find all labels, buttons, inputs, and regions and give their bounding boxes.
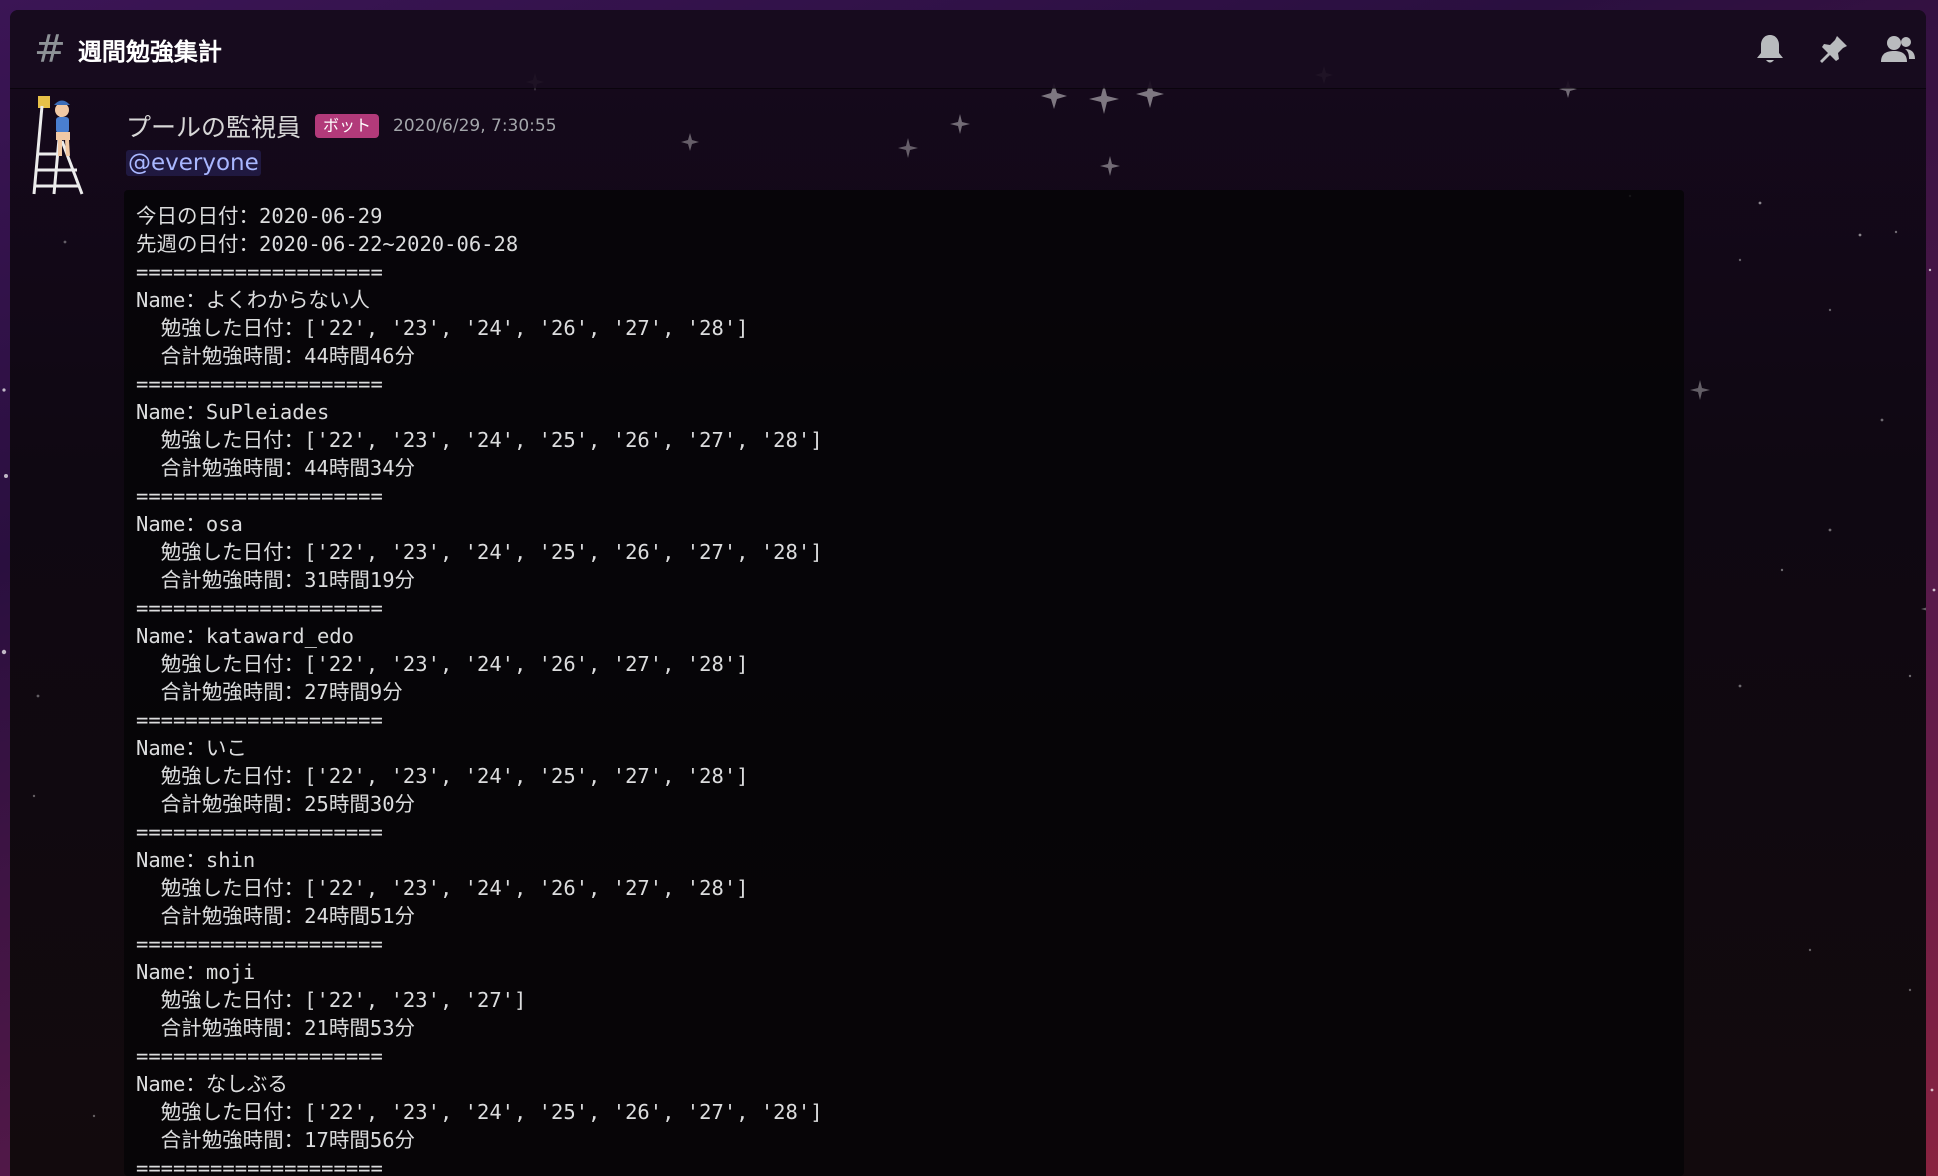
app-window: # 週間勉強集計 プールの監視員 ボット 2020/6/29, 7:30:55 …	[10, 10, 1926, 1176]
code-line: 勉強した日付：['22', '23', '24', '25', '27', '2…	[136, 764, 749, 788]
code-line: 合計勉強時間：44時間34分	[136, 456, 416, 480]
channel-header: # 週間勉強集計	[10, 10, 1926, 88]
code-line: ====================	[136, 260, 383, 284]
code-line: 勉強した日付：['22', '23', '24', '26', '27', '2…	[136, 316, 749, 340]
code-line: Name：moji	[136, 960, 256, 984]
code-line: 合計勉強時間：17時間56分	[136, 1128, 416, 1152]
username[interactable]: プールの監視員	[126, 108, 301, 144]
code-line: 合計勉強時間：24時間51分	[136, 904, 416, 928]
bell-icon[interactable]	[1752, 31, 1788, 67]
code-line: 合計勉強時間：25時間30分	[136, 792, 416, 816]
code-line: Name：よくわからない人	[136, 288, 370, 312]
message-header: プールの監視員 ボット 2020/6/29, 7:30:55	[126, 108, 557, 144]
code-line: 勉強した日付：['22', '23', '24', '26', '27', '2…	[136, 876, 749, 900]
code-line: 今日の日付：2020-06-29	[136, 204, 383, 228]
bot-badge: ボット	[315, 114, 380, 138]
code-line: ====================	[136, 1156, 383, 1176]
code-line: 合計勉強時間：27時間9分	[136, 680, 403, 704]
code-line: ====================	[136, 372, 383, 396]
pin-icon[interactable]	[1816, 31, 1852, 67]
channel-hash-icon: #	[34, 27, 66, 71]
code-line: ====================	[136, 820, 383, 844]
code-line: 勉強した日付：['22', '23', '24', '25', '26', '2…	[136, 428, 823, 452]
code-line: Name：osa	[136, 512, 243, 536]
code-line: ====================	[136, 596, 383, 620]
code-line: 合計勉強時間：44時間46分	[136, 344, 416, 368]
code-line: Name：SuPleiades	[136, 400, 330, 424]
code-lines: 今日の日付：2020-06-29 先週の日付：2020-06-22~2020-06…	[124, 190, 1684, 1176]
channel-name: 週間勉強集計	[77, 37, 222, 66]
lifeguard-avatar-icon[interactable]	[32, 96, 96, 196]
code-line: ====================	[136, 1044, 383, 1068]
code-line: 合計勉強時間：21時間53分	[136, 1016, 416, 1040]
code-line: 勉強した日付：['22', '23', '27']	[136, 988, 527, 1012]
code-line: Name：なしぶる	[136, 1072, 288, 1096]
code-line: 合計勉強時間：31時間19分	[136, 568, 416, 592]
code-line: Name：いこ	[136, 736, 247, 760]
code-line: Name：shin	[136, 848, 256, 872]
everyone-mention[interactable]: @everyone	[126, 150, 261, 176]
message: プールの監視員 ボット 2020/6/29, 7:30:55 @everyone…	[10, 88, 1926, 1176]
code-line: 勉強した日付：['22', '23', '24', '26', '27', '2…	[136, 652, 749, 676]
code-line: ====================	[136, 484, 383, 508]
code-block: 今日の日付：2020-06-29 先週の日付：2020-06-22~2020-06…	[124, 190, 1684, 1176]
message-timestamp: 2020/6/29, 7:30:55	[393, 116, 557, 136]
code-line: ====================	[136, 932, 383, 956]
code-line: ====================	[136, 708, 383, 732]
code-line: 先週の日付：2020-06-22~2020-06-28	[136, 232, 519, 256]
code-line: 勉強した日付：['22', '23', '24', '25', '26', '2…	[136, 1100, 823, 1124]
header-actions	[1752, 10, 1916, 88]
members-icon[interactable]	[1880, 31, 1916, 67]
code-line: 勉強した日付：['22', '23', '24', '25', '26', '2…	[136, 540, 823, 564]
code-line: Name：kataward_edo	[136, 624, 354, 648]
